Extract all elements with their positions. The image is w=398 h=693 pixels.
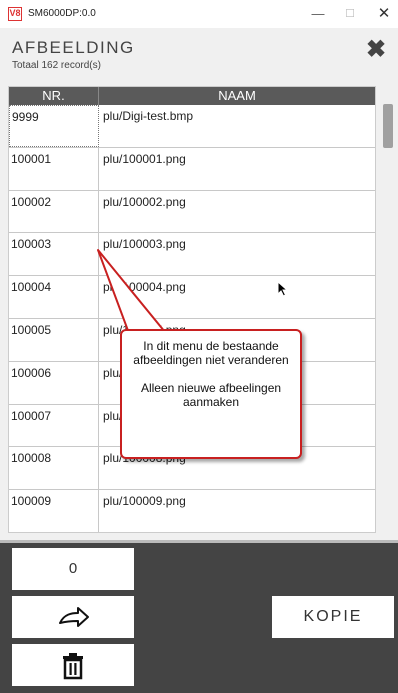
window-close-button[interactable]: ✕ bbox=[374, 4, 394, 24]
cell-naam: plu/100001.png bbox=[103, 151, 186, 166]
cell-nr: 100005 bbox=[9, 318, 99, 361]
cell-nr: 100001 bbox=[9, 147, 99, 190]
table-row[interactable]: 100009 plu/100009.png bbox=[9, 490, 375, 532]
bottom-panel: 0 KOPIE bbox=[0, 540, 398, 693]
scrollbar-thumb[interactable] bbox=[383, 104, 393, 148]
trash-icon bbox=[63, 653, 83, 680]
panel-divider bbox=[0, 540, 398, 543]
delete-button[interactable] bbox=[12, 644, 134, 686]
cell-nr: 100003 bbox=[9, 233, 99, 276]
callout-text-line2: Alleen nieuwe afbeelingen aanmaken bbox=[140, 381, 282, 409]
app-icon: V8 bbox=[8, 7, 22, 21]
records-table: NR. NAAM 9999 plu/Digi-test.bmp 100001 p… bbox=[8, 86, 376, 533]
table-row[interactable]: 100002 plu/100002.png bbox=[9, 190, 375, 234]
cell-nr: 100008 bbox=[9, 447, 99, 490]
callout-text-line1: In dit menu de bestaande afbeeldingen ni… bbox=[133, 339, 289, 367]
cell-naam: plu/100009.png bbox=[103, 494, 186, 509]
cell-nr: 9999 bbox=[9, 105, 99, 147]
page-header: AFBEELDING Totaal 162 record(s) ✖ bbox=[0, 28, 398, 84]
column-header-naam[interactable]: NAAM bbox=[99, 87, 375, 105]
cell-nr: 100002 bbox=[9, 190, 99, 233]
kopie-button[interactable]: KOPIE bbox=[272, 596, 394, 638]
window-titlebar: V8 SM6000DP:0.0 — ☐ ✕ bbox=[0, 0, 398, 28]
table-row[interactable]: 100004 plu/100004.png bbox=[9, 276, 375, 319]
cell-nr: 100007 bbox=[9, 404, 99, 447]
table-row[interactable]: 9999 plu/Digi-test.bmp bbox=[9, 105, 375, 148]
cell-naam: plu/Digi-test.bmp bbox=[103, 109, 194, 123]
table-header: NR. NAAM bbox=[9, 87, 375, 105]
arrow-right-icon bbox=[59, 607, 89, 627]
page-title: AFBEELDING bbox=[12, 38, 135, 57]
column-header-nr[interactable]: NR. bbox=[9, 87, 99, 105]
cell-naam: plu/100004.png bbox=[103, 280, 186, 295]
cell-nr: 100006 bbox=[9, 361, 99, 404]
close-icon[interactable]: ✖ bbox=[366, 38, 386, 62]
maximize-button[interactable]: ☐ bbox=[340, 4, 360, 24]
window-title: SM6000DP:0.0 bbox=[28, 8, 96, 19]
next-button[interactable] bbox=[12, 596, 134, 638]
counter-field[interactable]: 0 bbox=[12, 548, 134, 590]
cell-naam: plu/100003.png bbox=[103, 237, 186, 252]
cell-nr: 100009 bbox=[9, 490, 99, 532]
vertical-scrollbar[interactable] bbox=[378, 86, 398, 533]
table-row[interactable]: 100003 plu/100003.png bbox=[9, 233, 375, 277]
mouse-cursor-icon bbox=[277, 281, 289, 297]
minimize-button[interactable]: — bbox=[308, 4, 328, 24]
record-count: Totaal 162 record(s) bbox=[12, 60, 101, 71]
cell-nr: 100004 bbox=[9, 276, 99, 318]
table-row[interactable]: 100001 plu/100001.png bbox=[9, 147, 375, 191]
cell-naam: plu/100002.png bbox=[103, 194, 186, 209]
info-callout: In dit menu de bestaande afbeeldingen ni… bbox=[120, 329, 302, 459]
